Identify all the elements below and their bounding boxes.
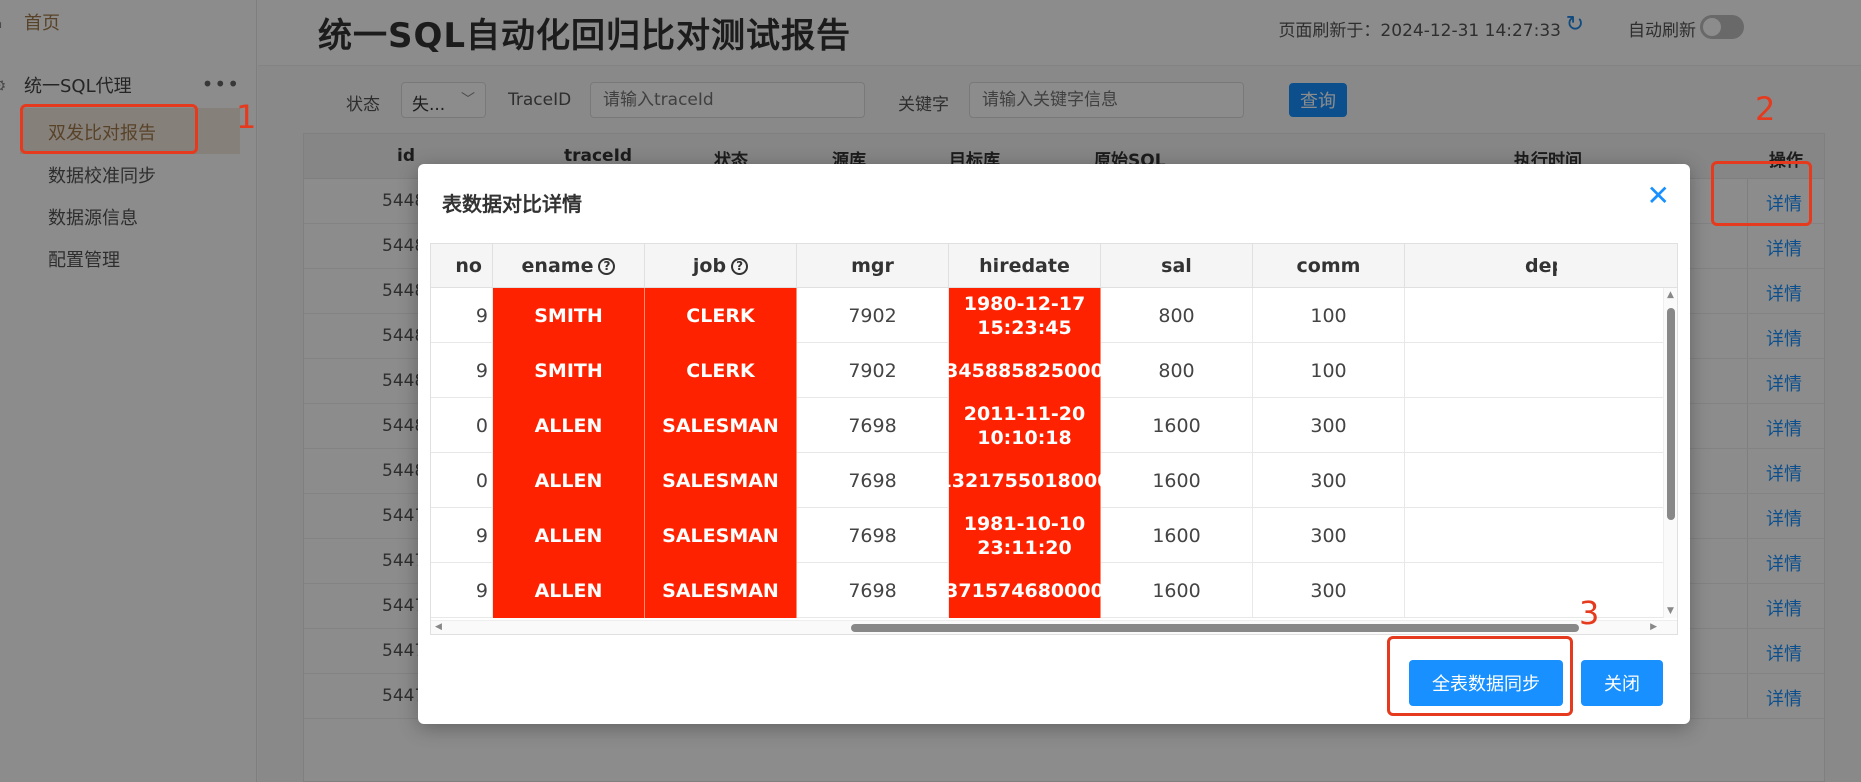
cell-no: 0 — [431, 453, 493, 508]
help-icon[interactable]: ? — [598, 258, 616, 275]
annotation-box-2 — [1711, 161, 1812, 226]
column-header-label: job — [692, 255, 727, 277]
cell-hiredate: 1321755018000 — [939, 453, 1110, 508]
cell-sal: 1600 — [1101, 453, 1253, 508]
scrollbar-thumb[interactable] — [1667, 308, 1675, 520]
help-icon[interactable]: ? — [731, 258, 749, 275]
column-header-label: ename — [521, 255, 594, 277]
column-header-label: dep — [1525, 255, 1557, 277]
cell-sal: 800 — [1101, 343, 1253, 398]
cell-sal: 1600 — [1101, 508, 1253, 563]
cell-no: 9 — [431, 343, 493, 398]
annotation-number-1: 1 — [236, 98, 257, 136]
cell-no: 0 — [431, 398, 493, 453]
cell-hiredate: 345885825000 — [945, 343, 1104, 398]
table-row: 9 ALLEN SALESMAN 7698 1981-10-10 23:11:20 160… — [431, 508, 1677, 563]
cell-mgr: 7902 — [797, 343, 949, 398]
cell-ename: ALLEN — [493, 508, 645, 563]
cell-job: SALESMAN — [645, 563, 797, 618]
horizontal-scrollbar[interactable]: ◀ ▶ — [431, 620, 1677, 634]
cell-sal: 800 — [1101, 288, 1253, 343]
table-row: 9 SMITH CLERK 7902 345885825000 800 100 — [431, 343, 1677, 398]
cell-dep — [1405, 453, 1665, 508]
cell-ename: SMITH — [493, 343, 645, 398]
cell-dep — [1405, 343, 1665, 398]
cell-mgr: 7902 — [797, 288, 949, 343]
cell-dep — [1405, 563, 1665, 618]
cell-comm: 100 — [1253, 288, 1405, 343]
cell-dep — [1405, 288, 1665, 343]
column-header-ename: ename? — [493, 244, 645, 288]
scrollbar-thumb[interactable] — [851, 624, 1579, 632]
cell-ename: ALLEN — [493, 563, 645, 618]
column-header-label: sal — [1161, 255, 1192, 277]
annotation-number-3: 3 — [1579, 594, 1600, 632]
cell-job: SALESMAN — [645, 453, 797, 508]
close-button[interactable]: 关闭 — [1581, 660, 1663, 706]
cell-dep — [1405, 398, 1665, 453]
cell-ename: ALLEN — [493, 398, 645, 453]
cell-mgr: 7698 — [797, 398, 949, 453]
column-header-label: mgr — [851, 255, 894, 277]
column-header-job: job? — [645, 244, 797, 288]
column-header-label: hiredate — [979, 255, 1070, 277]
annotation-box-3 — [1387, 636, 1573, 716]
cell-mgr: 7698 — [797, 563, 949, 618]
column-header-dep: dep — [1405, 244, 1557, 288]
cell-no: 9 — [431, 508, 493, 563]
column-header-mgr: mgr — [797, 244, 949, 288]
cell-hiredate: 1981-10-10 23:11:20 — [949, 508, 1101, 563]
annotation-number-2: 2 — [1755, 90, 1776, 128]
cell-comm: 100 — [1253, 343, 1405, 398]
column-header-comm: comm — [1253, 244, 1405, 288]
cell-ename: ALLEN — [493, 453, 645, 508]
scroll-left-icon[interactable]: ◀ — [435, 622, 442, 632]
cell-hiredate: 371574680000 — [945, 563, 1104, 618]
cell-sal: 1600 — [1101, 398, 1253, 453]
cell-job: SALESMAN — [645, 398, 797, 453]
cell-hiredate: 1980-12-17 15:23:45 — [949, 288, 1101, 343]
cell-no: 9 — [431, 563, 493, 618]
cell-no: 9 — [431, 288, 493, 343]
modal-title: 表数据对比详情 — [442, 192, 582, 216]
cell-hiredate: 2011-11-20 10:10:18 — [949, 398, 1101, 453]
cell-comm: 300 — [1253, 563, 1405, 618]
column-header-no: no — [431, 244, 493, 288]
cell-mgr: 7698 — [797, 453, 949, 508]
table-row: 0 ALLEN SALESMAN 7698 1321755018000 1600 300 — [431, 453, 1677, 508]
column-header-hiredate: hiredate — [949, 244, 1101, 288]
table-row: 9 SMITH CLERK 7902 1980-12-17 15:23:45 800 100 — [431, 288, 1677, 343]
compare-data-table: no ename? job? mgr hiredate sal comm dep… — [430, 243, 1678, 635]
compare-table-header: no ename? job? mgr hiredate sal comm dep — [431, 244, 1677, 288]
cell-comm: 300 — [1253, 398, 1405, 453]
close-icon[interactable]: ✕ — [1647, 182, 1670, 210]
annotation-box-1 — [20, 104, 198, 154]
cell-comm: 300 — [1253, 453, 1405, 508]
vertical-scrollbar[interactable]: ▲ ▼ — [1663, 288, 1677, 618]
table-row: 9 ALLEN SALESMAN 7698 371574680000 1600 300 — [431, 563, 1677, 618]
cell-mgr: 7698 — [797, 508, 949, 563]
column-header-label: no — [455, 255, 482, 277]
cell-job: CLERK — [645, 343, 797, 398]
cell-dep — [1405, 508, 1665, 563]
scroll-right-icon[interactable]: ▶ — [1650, 622, 1657, 632]
cell-job: SALESMAN — [645, 508, 797, 563]
scroll-down-icon[interactable]: ▼ — [1667, 606, 1674, 616]
cell-comm: 300 — [1253, 508, 1405, 563]
table-row: 0 ALLEN SALESMAN 7698 2011-11-20 10:10:18 160… — [431, 398, 1677, 453]
column-header-sal: sal — [1101, 244, 1253, 288]
scroll-up-icon[interactable]: ▲ — [1667, 290, 1674, 300]
cell-job: CLERK — [645, 288, 797, 343]
cell-sal: 1600 — [1101, 563, 1253, 618]
column-header-label: comm — [1296, 255, 1361, 277]
cell-ename: SMITH — [493, 288, 645, 343]
